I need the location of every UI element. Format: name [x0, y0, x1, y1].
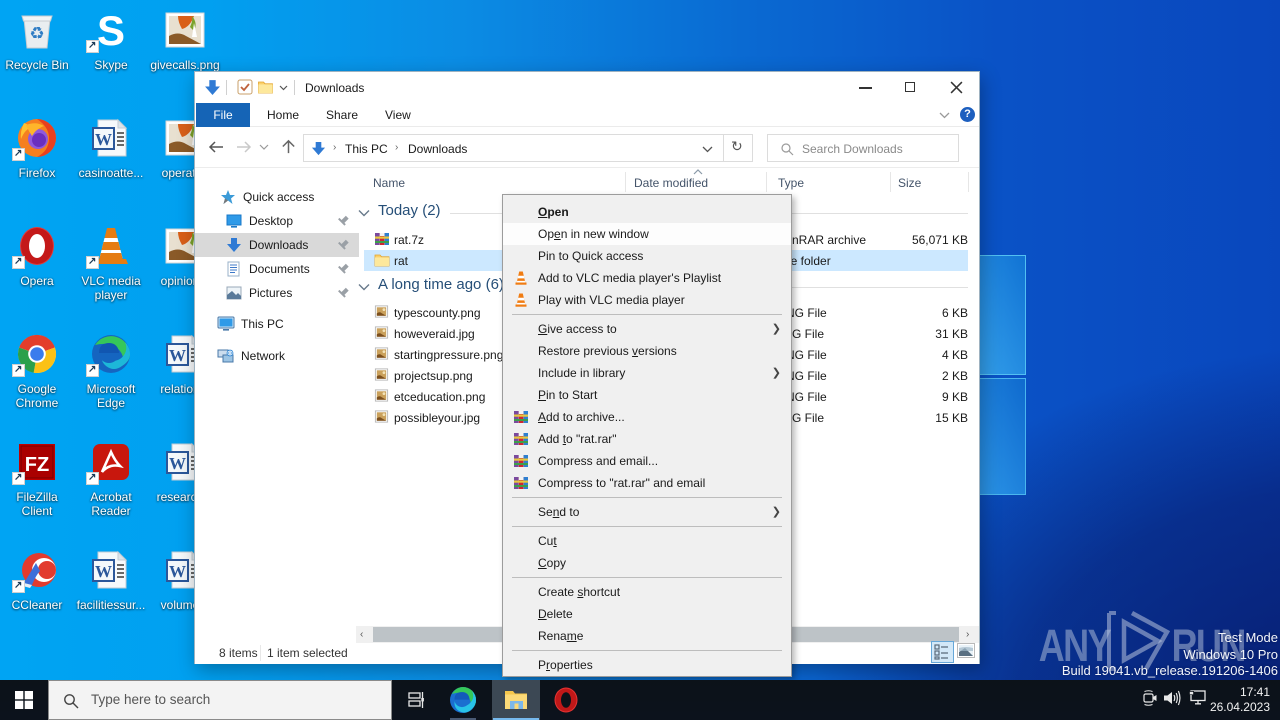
svg-text:FZ: FZ [25, 454, 49, 476]
svg-text:♻: ♻ [29, 24, 44, 43]
svg-text:S: S [97, 9, 125, 51]
